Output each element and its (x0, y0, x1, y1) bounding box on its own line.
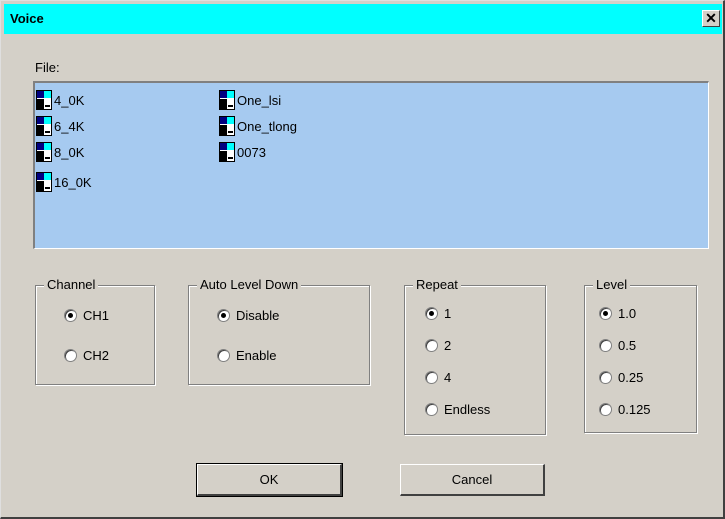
radio-button[interactable] (64, 309, 77, 322)
radio-label: 0.5 (618, 338, 637, 353)
file-icon (219, 116, 235, 136)
radio-level-1-0[interactable]: 1.0 (599, 306, 636, 321)
radio-ch1[interactable]: CH1 (64, 308, 109, 323)
radio-level-0-125[interactable]: 0.125 (599, 402, 651, 417)
file-name: 6_4K (54, 118, 85, 134)
radio-repeat-2[interactable]: 2 (425, 338, 451, 353)
radio-disable[interactable]: Disable (217, 308, 279, 323)
close-button[interactable]: ✕ (702, 10, 720, 27)
file-item-one-tlong[interactable]: One_tlong (219, 115, 297, 137)
radio-button[interactable] (599, 307, 612, 320)
file-name: One_tlong (237, 118, 297, 134)
file-icon (36, 116, 52, 136)
file-icon (219, 142, 235, 162)
radio-button[interactable] (425, 307, 438, 320)
radio-enable[interactable]: Enable (217, 348, 276, 363)
radio-label: Disable (236, 308, 280, 323)
radio-level-0-5[interactable]: 0.5 (599, 338, 636, 353)
radio-button[interactable] (217, 349, 230, 362)
file-name: 16_0K (54, 174, 92, 190)
file-item-one-lsi[interactable]: One_lsi (219, 89, 281, 111)
repeat-group: Repeat 1 2 4 Endless (404, 277, 546, 435)
radio-label: 4 (444, 370, 452, 385)
radio-button[interactable] (599, 339, 612, 352)
radio-label: Endless (444, 402, 491, 417)
radio-ch2[interactable]: CH2 (64, 348, 109, 363)
channel-group: Channel CH1 CH2 (35, 277, 155, 385)
file-item-4-0k[interactable]: 4_0K (36, 89, 84, 111)
level-group-title: Level (593, 277, 631, 293)
radio-repeat-4[interactable]: 4 (425, 370, 451, 385)
radio-button[interactable] (599, 403, 612, 416)
file-icon (219, 90, 235, 110)
voice-dialog: Voice ✕ File: 4_0K 6_4K 8_0K 16_0K One_l… (0, 0, 725, 519)
file-list[interactable]: 4_0K 6_4K 8_0K 16_0K One_lsi One_tlong 0… (33, 81, 709, 249)
level-group: Level 1.0 0.5 0.25 0.125 (584, 277, 697, 433)
file-label: File: (35, 60, 60, 75)
radio-repeat-endless[interactable]: Endless (425, 402, 490, 417)
radio-button[interactable] (217, 309, 230, 322)
radio-label: 0.125 (618, 402, 651, 417)
file-item-16-0k[interactable]: 16_0K (36, 171, 92, 193)
title-bar[interactable]: Voice ✕ (4, 4, 722, 34)
channel-group-title: Channel (44, 277, 99, 293)
file-name: 4_0K (54, 92, 85, 108)
repeat-group-title: Repeat (413, 277, 461, 293)
radio-repeat-1[interactable]: 1 (425, 306, 451, 321)
radio-button[interactable] (425, 403, 438, 416)
file-item-8-0k[interactable]: 8_0K (36, 141, 84, 163)
file-name: One_lsi (237, 92, 282, 108)
radio-label: 1 (444, 306, 452, 321)
cancel-button[interactable]: Cancel (400, 464, 545, 496)
radio-button[interactable] (425, 339, 438, 352)
radio-label: 1.0 (618, 306, 637, 321)
file-name: 8_0K (54, 144, 85, 160)
radio-label: 0.25 (618, 370, 644, 385)
window-title: Voice (10, 11, 44, 26)
file-icon (36, 90, 52, 110)
radio-label: Enable (236, 348, 277, 363)
auto-level-down-group-title: Auto Level Down (197, 277, 302, 293)
close-icon: ✕ (705, 10, 717, 26)
file-icon (36, 142, 52, 162)
file-name: 0073 (237, 144, 266, 160)
radio-level-0-25[interactable]: 0.25 (599, 370, 643, 385)
auto-level-down-group: Auto Level Down Disable Enable (188, 277, 370, 385)
radio-label: CH1 (83, 308, 110, 323)
radio-button[interactable] (425, 371, 438, 384)
radio-label: CH2 (83, 348, 110, 363)
file-item-0073[interactable]: 0073 (219, 141, 266, 163)
radio-button[interactable] (599, 371, 612, 384)
file-icon (36, 172, 52, 192)
radio-label: 2 (444, 338, 452, 353)
ok-button[interactable]: OK (196, 463, 343, 497)
file-item-6-4k[interactable]: 6_4K (36, 115, 84, 137)
radio-button[interactable] (64, 349, 77, 362)
